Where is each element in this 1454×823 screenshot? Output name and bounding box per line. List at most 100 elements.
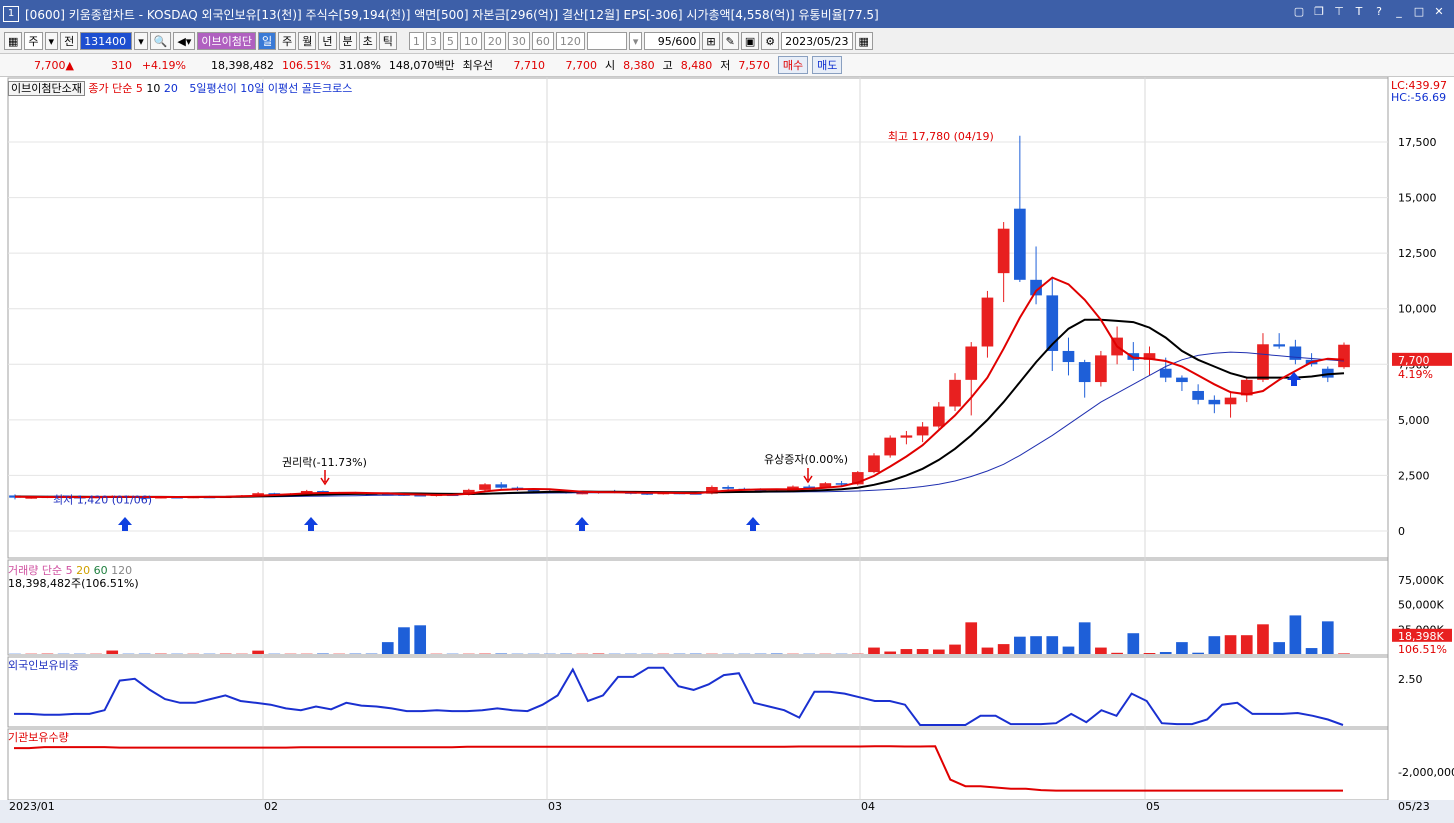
- price-info-bar: 7,700▲ 310 +4.19% 18,398,482 106.51% 31.…: [0, 54, 1454, 77]
- window-number[interactable]: 1: [3, 6, 19, 22]
- sound-icon[interactable]: ◀▾: [173, 31, 196, 50]
- foreign-tick-label: 2.50: [1398, 673, 1423, 686]
- candle-body: [479, 484, 491, 490]
- volume-bar: [398, 627, 410, 654]
- candle-body: [932, 406, 945, 427]
- num-30[interactable]: 30: [507, 31, 530, 50]
- num-120[interactable]: 120: [555, 31, 585, 50]
- volume: 18,398,482: [211, 58, 274, 72]
- volume-bar: [1289, 615, 1302, 654]
- layout-icon[interactable]: ▦: [4, 31, 23, 50]
- x-axis-label: 05: [1146, 800, 1160, 813]
- x-axis-label: 03: [548, 800, 562, 813]
- interval-second[interactable]: 초: [358, 31, 377, 50]
- date-input[interactable]: 2023/05/23: [781, 31, 853, 50]
- calendar-icon[interactable]: ▦: [854, 31, 873, 50]
- ma10-label: 10: [146, 82, 161, 95]
- volume-bar: [900, 649, 913, 654]
- interval-day[interactable]: 일: [258, 31, 277, 50]
- pin-icon[interactable]: ⊤: [1332, 5, 1346, 19]
- all-button[interactable]: 전: [60, 31, 79, 50]
- ask-price: 7,710: [513, 58, 546, 72]
- candle-body: [981, 297, 994, 347]
- inst-legend: 기관보유수량: [8, 729, 69, 745]
- volume-bar: [997, 644, 1010, 654]
- period-dropdown-icon[interactable]: ▾: [628, 31, 643, 50]
- maximize-icon[interactable]: □: [1412, 5, 1426, 19]
- screen-icon[interactable]: ▢: [1292, 5, 1306, 19]
- toolbar: ▦ 주 ▾ 전 131400 ▾ 🔍 ◀▾ 이브이첨단 일 주 월 년 분 초 …: [0, 28, 1454, 54]
- axis-bg: [1388, 77, 1454, 823]
- candle-body: [1176, 377, 1188, 383]
- candle-body: [868, 455, 880, 473]
- volume-bar: [1273, 642, 1286, 654]
- num-5[interactable]: 5: [442, 31, 458, 50]
- save-icon[interactable]: ▣: [740, 31, 760, 50]
- price-tick-label: 0: [1398, 525, 1405, 538]
- volume-bar: [1095, 647, 1107, 654]
- sell-button[interactable]: 매도: [812, 56, 843, 74]
- num-20[interactable]: 20: [483, 31, 506, 50]
- x-axis-label: 04: [861, 800, 875, 813]
- event-annotation-2: 유상증자(0.00%): [764, 453, 848, 466]
- stock-tag[interactable]: 이브이첨단소재: [8, 81, 85, 96]
- bid-price: 7,700: [565, 58, 598, 72]
- volume-bar: [1143, 653, 1156, 654]
- volume-bar: [981, 647, 994, 654]
- close-icon[interactable]: ✕: [1432, 5, 1446, 19]
- volume-bar: [1176, 642, 1188, 654]
- code-dropdown-icon[interactable]: ▾: [134, 31, 148, 50]
- minimize-icon[interactable]: _: [1392, 5, 1406, 19]
- interval-tick[interactable]: 틱: [378, 31, 397, 50]
- num-60[interactable]: 60: [531, 31, 554, 50]
- volume-bar: [1078, 622, 1091, 654]
- candle-body: [916, 426, 929, 436]
- search-icon[interactable]: 🔍: [149, 31, 172, 50]
- num-10[interactable]: 10: [459, 31, 482, 50]
- price-tick-label: 12,500: [1398, 247, 1437, 260]
- high-label: 고: [662, 59, 673, 72]
- help-icon[interactable]: ?: [1372, 5, 1386, 19]
- x-axis-bar: [0, 800, 1454, 823]
- buy-button[interactable]: 매수: [777, 56, 809, 74]
- interval-week[interactable]: 주: [278, 31, 297, 50]
- stock-code-input[interactable]: 131400: [80, 31, 133, 50]
- period-input[interactable]: [586, 31, 627, 50]
- window-title: [0600] 키움종합차트 - KOSDAQ 외국인보유[13(천)] 주식수[…: [25, 7, 879, 22]
- tool-icon[interactable]: ✎: [721, 31, 739, 50]
- volume-bar: [1208, 636, 1221, 654]
- copy-icon[interactable]: ❐: [1312, 5, 1326, 19]
- candle-body: [1078, 362, 1091, 383]
- candle-body: [965, 346, 978, 380]
- zoom-icon[interactable]: ⊞: [702, 31, 720, 50]
- hc-label: HC:-56.69: [1391, 91, 1447, 104]
- volume-bar: [868, 647, 880, 654]
- best-label: 최우선: [462, 59, 494, 72]
- volume-bar: [1338, 653, 1350, 654]
- inst-title: 기관보유수량: [8, 731, 69, 744]
- candle-body: [1062, 350, 1075, 363]
- volume-bar: [1159, 652, 1172, 654]
- volume-bar: [106, 650, 119, 654]
- candle-body: [527, 489, 540, 492]
- high-annotation: 최고 17,780 (04/19): [888, 130, 994, 143]
- settings-icon[interactable]: ⚙: [761, 31, 780, 50]
- interval-minute[interactable]: 분: [338, 31, 357, 50]
- high-price: 8,480: [680, 58, 713, 72]
- num-3[interactable]: 3: [425, 31, 441, 50]
- interval-year[interactable]: 년: [318, 31, 337, 50]
- period-type-select[interactable]: 주: [24, 31, 43, 50]
- low-label: 저: [720, 59, 731, 72]
- volume-bar: [1046, 636, 1059, 654]
- font-icon[interactable]: T: [1352, 5, 1366, 19]
- volume-bar: [1305, 648, 1318, 654]
- num-1[interactable]: 1: [408, 31, 424, 50]
- count-input[interactable]: 95/600: [644, 31, 701, 50]
- volume-bar: [1111, 652, 1123, 654]
- chart-area[interactable]: 2023/01 02 03 04 05 05/2317,50015,00012,50010…: [0, 77, 1454, 823]
- chevron-down-icon[interactable]: ▾: [44, 31, 59, 50]
- interval-month[interactable]: 월: [298, 31, 317, 50]
- volume-bar: [414, 625, 427, 654]
- price-tick-label: 15,000: [1398, 192, 1437, 205]
- volume-tag-pct: 106.51%: [1398, 643, 1447, 656]
